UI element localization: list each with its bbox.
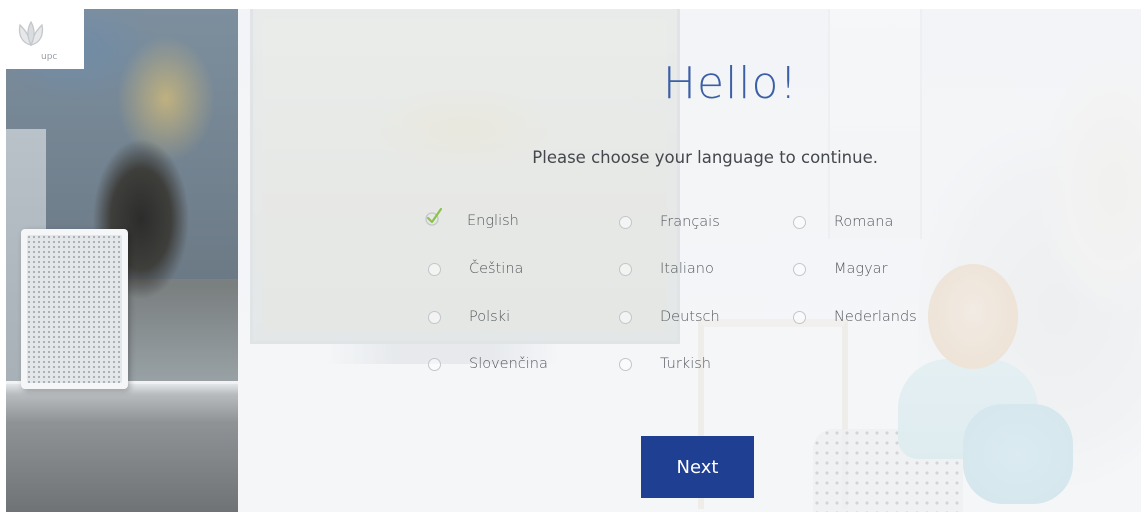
living-room-background: Hello! Please choose your language to co… [238, 9, 1141, 512]
radio-circle-icon[interactable] [793, 310, 806, 324]
router-photo: upc [6, 9, 238, 512]
language-label: Magyar [834, 261, 888, 277]
radio-circle-icon[interactable] [619, 357, 632, 371]
language-option-slovencina[interactable]: Slovenčina [428, 352, 548, 376]
language-option-deutsch[interactable]: Deutsch [619, 305, 720, 329]
radio-circle-icon[interactable] [793, 262, 806, 276]
language-option-italiano[interactable]: Italiano [619, 257, 714, 281]
language-label: Deutsch [660, 309, 720, 325]
radio-circle-icon[interactable] [428, 262, 441, 276]
radio-english[interactable] [425, 207, 443, 228]
upc-logo: upc [6, 9, 84, 69]
upc-logo-icon [18, 21, 44, 47]
language-option-magyar[interactable]: Magyar [793, 257, 888, 281]
language-option-english[interactable]: English [425, 207, 519, 233]
page-subtitle: Please choose your language to continue. [532, 148, 878, 167]
language-label: Polski [469, 309, 511, 325]
radio-circle-icon[interactable] [793, 215, 806, 229]
language-label: Nederlands [834, 309, 917, 325]
setup-screen: upc Hello! Please choose your language t… [6, 9, 1141, 512]
language-option-polski[interactable]: Polski [428, 305, 510, 329]
language-option-cestina[interactable]: Čeština [428, 257, 523, 281]
language-label: English [467, 213, 519, 229]
language-label: Čeština [469, 261, 524, 277]
language-label: Italiano [660, 261, 714, 277]
checkmark-icon [425, 207, 443, 226]
logo-text: upc [41, 52, 58, 62]
radio-circle-icon[interactable] [619, 262, 632, 276]
language-label: Romana [834, 214, 894, 230]
router-image [21, 229, 128, 389]
radio-circle-icon[interactable] [428, 357, 441, 371]
language-option-nederlands[interactable]: Nederlands [793, 305, 917, 329]
language-option-turkish[interactable]: Turkish [619, 352, 711, 376]
language-option-francais[interactable]: Français [619, 210, 720, 234]
page-title: Hello! [662, 58, 799, 109]
radio-circle-icon[interactable] [619, 310, 632, 324]
language-option-romana[interactable]: Romana [793, 210, 893, 234]
radio-circle-icon[interactable] [428, 310, 441, 324]
language-label: Turkish [660, 356, 711, 372]
next-button[interactable]: Next [641, 436, 754, 498]
language-label: Français [660, 214, 720, 230]
language-label: Slovenčina [469, 356, 548, 372]
radio-circle-icon[interactable] [619, 215, 632, 229]
